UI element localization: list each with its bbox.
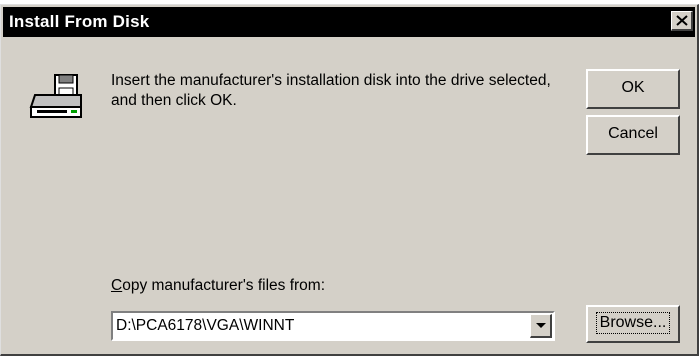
copy-from-label: Copy manufacturer's files from: [111,277,325,295]
chevron-down-icon [536,323,546,328]
browse-button[interactable]: Browse... [586,305,680,343]
cancel-button[interactable]: Cancel [586,115,680,155]
copy-from-path-value[interactable]: D:\PCA6178\VGA\WINNT [116,317,294,335]
close-icon [676,15,688,26]
combo-dropdown-button[interactable] [530,314,552,338]
browse-button-label: Browse... [595,312,671,334]
title-bar[interactable]: Install From Disk [3,7,695,37]
window-title: Install From Disk [9,12,150,31]
disk-drive-icon [29,74,82,118]
close-button[interactable] [671,11,693,31]
copy-from-label-accelerator: C [111,277,123,294]
instruction-message: Insert the manufacturer's installation d… [111,72,551,109]
copy-from-label-text: opy manufacturer's files from: [122,277,326,294]
install-from-disk-dialog: Install From Disk Insert the manufacture… [0,4,699,356]
copy-from-combobox[interactable]: D:\PCA6178\VGA\WINNT [111,311,555,341]
ok-button[interactable]: OK [586,69,680,109]
